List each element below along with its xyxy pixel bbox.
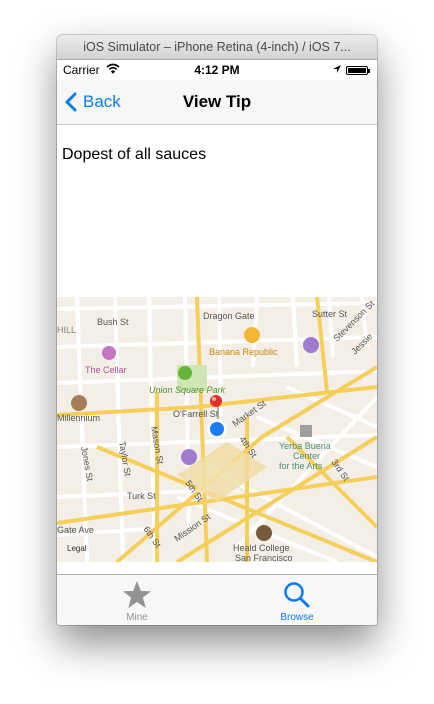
map-label-yerba-buena-2: Center <box>293 451 320 461</box>
battery-icon <box>346 66 370 75</box>
tab-mine-label: Mine <box>126 612 148 623</box>
map-label-banana-republic: Banana Republic <box>209 347 278 357</box>
tab-mine[interactable]: Mine <box>57 575 217 625</box>
user-location-icon <box>207 419 227 439</box>
simulator-window: iOS Simulator – iPhone Retina (4-inch) /… <box>57 35 377 625</box>
map-label-millennium: Millennium <box>57 413 100 423</box>
device-screen: Carrier 4:12 PM Back View Tip Dopest of … <box>57 60 377 625</box>
location-arrow-icon <box>332 63 342 77</box>
window-title: iOS Simulator – iPhone Retina (4-inch) /… <box>57 35 377 60</box>
map-label-yerba-buena-1: Yerba Buena <box>279 441 331 451</box>
map-label-ofarrell-st: O'Farrell St <box>173 409 219 419</box>
map-label-gate-ave: Gate Ave <box>57 525 94 535</box>
navigation-bar: Back View Tip <box>57 80 377 125</box>
map-label-the-cellar: The Cellar <box>85 365 127 375</box>
tip-text: Dopest of all sauces <box>62 146 207 163</box>
star-icon <box>123 581 151 608</box>
map-label-sutter-st: Sutter St <box>312 309 348 319</box>
map-label-heald-college-2: San Francisco <box>235 553 293 562</box>
status-bar: Carrier 4:12 PM <box>57 60 377 80</box>
map-view[interactable]: Bush St Dragon Gate Sutter St Stevenson … <box>57 297 377 562</box>
search-icon <box>284 582 310 608</box>
map-label-hill: HILL <box>57 325 76 335</box>
map-label-union-square-park: Union Square Park <box>149 385 226 395</box>
tab-browse-label: Browse <box>280 612 314 623</box>
map-label-heald-college-1: Heald College <box>233 543 290 553</box>
map-label-bush-st: Bush St <box>97 317 129 327</box>
map-legal-link[interactable]: Legal <box>67 544 87 553</box>
tab-browse[interactable]: Browse <box>217 575 377 625</box>
status-time: 4:12 PM <box>194 63 240 77</box>
map-label-turk-st: Turk St <box>127 491 156 501</box>
page-title: View Tip <box>182 92 252 111</box>
tab-bar: Mine Browse <box>57 574 377 625</box>
map-label-dragon-gate: Dragon Gate <box>203 311 255 321</box>
map-label-yerba-buena-3: for the Arts <box>279 461 323 471</box>
